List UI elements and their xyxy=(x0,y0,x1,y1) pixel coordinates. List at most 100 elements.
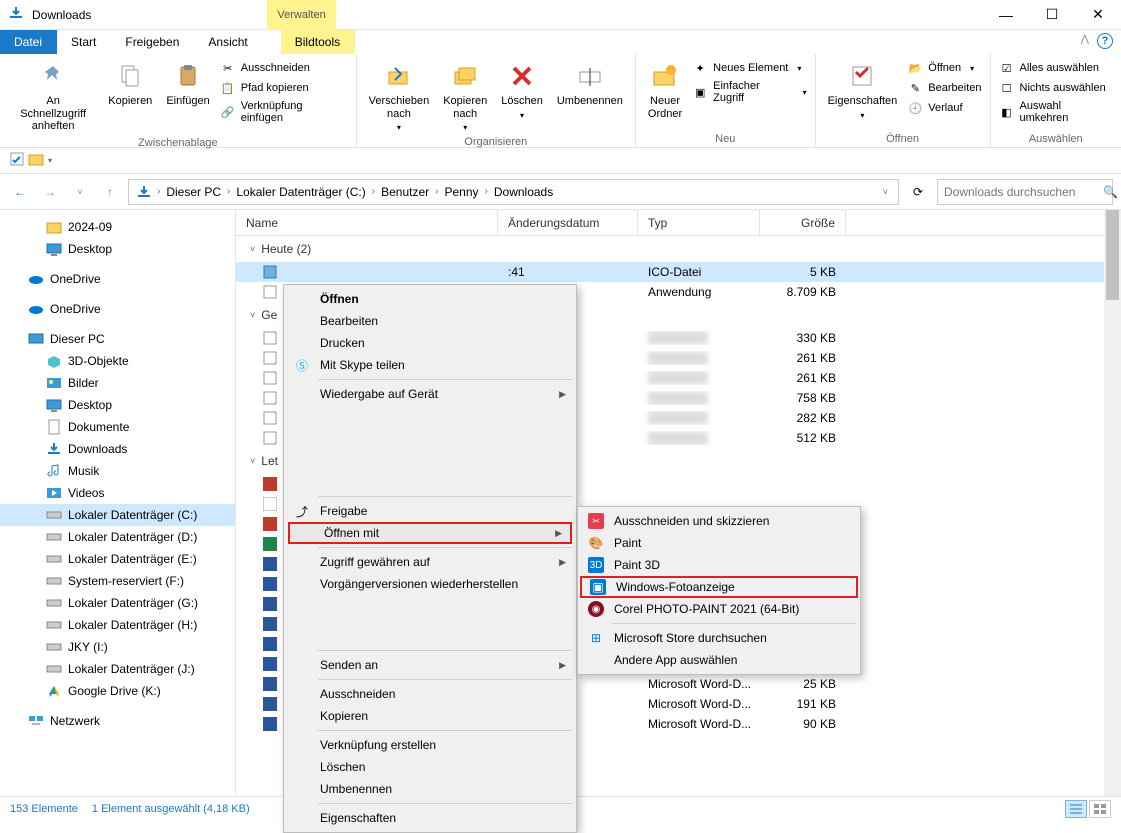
easy-access-button[interactable]: ▣Einfacher Zugriff ▾ xyxy=(692,80,806,104)
nav-item[interactable]: Lokaler Datenträger (D:) xyxy=(0,526,235,548)
recent-locations-button[interactable]: ˅ xyxy=(68,180,92,204)
breadcrumb-dropdown[interactable]: ˅ xyxy=(877,187,894,197)
nav-item[interactable]: OneDrive xyxy=(0,268,235,290)
nav-item[interactable]: Bilder xyxy=(0,372,235,394)
copy-button[interactable]: Kopieren xyxy=(104,58,156,110)
paste-button[interactable]: Einfügen xyxy=(162,58,213,110)
crumb-this-pc[interactable]: Dieser PC xyxy=(162,185,225,199)
tab-start[interactable]: Start xyxy=(57,30,111,54)
invert-selection-button[interactable]: ◧Auswahl umkehren xyxy=(999,100,1113,124)
cut-button[interactable]: ✂Ausschneiden xyxy=(220,60,348,76)
paste-shortcut-button[interactable]: 🔗Verknüpfung einfügen xyxy=(220,100,348,124)
tab-file[interactable]: Datei xyxy=(0,30,57,54)
close-button[interactable]: ✕ xyxy=(1075,0,1121,30)
nav-item[interactable]: Lokaler Datenträger (H:) xyxy=(0,614,235,636)
ctx-playback[interactable]: Wiedergabe auf Gerät▶ xyxy=(286,383,574,405)
nav-item[interactable]: Downloads xyxy=(0,438,235,460)
nav-item[interactable]: System-reserviert (F:) xyxy=(0,570,235,592)
ctx-copy[interactable]: Kopieren xyxy=(286,705,574,727)
scrollbar-thumb[interactable] xyxy=(1106,210,1119,300)
details-view-button[interactable] xyxy=(1065,800,1087,818)
tab-bildtools[interactable]: Bildtools xyxy=(281,30,355,54)
select-all-button[interactable]: ☑Alles auswählen xyxy=(999,60,1113,76)
nav-item[interactable]: Lokaler Datenträger (J:) xyxy=(0,658,235,680)
ctx-properties[interactable]: Eigenschaften xyxy=(286,807,574,829)
dropdown-icon[interactable]: ▾ xyxy=(48,156,52,165)
new-item-button[interactable]: ✦Neues Element ▾ xyxy=(692,60,806,76)
collapse-ribbon-icon[interactable]: ⋀ xyxy=(1081,34,1089,45)
crumb-c[interactable]: Lokaler Datenträger (C:) xyxy=(232,185,369,199)
history-button[interactable]: 🕘Verlauf xyxy=(907,100,981,116)
tab-view[interactable]: Ansicht xyxy=(194,30,262,54)
ctx-skype[interactable]: ⓈMit Skype teilen xyxy=(286,354,574,376)
nav-item[interactable]: Dieser PC xyxy=(0,328,235,350)
nav-item[interactable]: JKY (I:) xyxy=(0,636,235,658)
properties-button[interactable]: Eigenschaften▾ xyxy=(824,58,902,122)
edit-button[interactable]: ✎Bearbeiten xyxy=(907,80,981,96)
nav-item[interactable]: Dokumente xyxy=(0,416,235,438)
rename-button[interactable]: Umbenennen xyxy=(553,58,627,110)
nav-item[interactable]: Lokaler Datenträger (G:) xyxy=(0,592,235,614)
nav-item[interactable]: Musik xyxy=(0,460,235,482)
nav-item[interactable]: Google Drive (K:) xyxy=(0,680,235,702)
crumb-user[interactable]: Penny xyxy=(440,185,482,199)
nav-item[interactable]: Desktop xyxy=(0,394,235,416)
icons-view-button[interactable] xyxy=(1089,800,1111,818)
refresh-button[interactable]: ⟳ xyxy=(905,179,931,205)
ow-paint3d[interactable]: 3DPaint 3D xyxy=(580,554,858,576)
ctx-share[interactable]: ⤴Freigabe xyxy=(286,500,574,522)
maximize-button[interactable]: ☐ xyxy=(1029,0,1075,30)
group-header[interactable]: ˅Heute (2) xyxy=(236,236,1121,262)
scrollbar-vertical[interactable] xyxy=(1104,210,1121,796)
minimize-button[interactable]: — xyxy=(983,0,1029,30)
back-button[interactable]: ← xyxy=(8,180,32,204)
preview-pane-button[interactable] xyxy=(10,152,24,169)
col-name[interactable]: Name xyxy=(236,210,498,235)
ctx-create-shortcut[interactable]: Verknüpfung erstellen xyxy=(286,734,574,756)
ctx-open[interactable]: Öffnen xyxy=(286,288,574,310)
ctx-edit[interactable]: Bearbeiten xyxy=(286,310,574,332)
pin-to-quickaccess-button[interactable]: An Schnellzugriff anheften xyxy=(8,58,98,135)
ow-paint[interactable]: 🎨Paint xyxy=(580,532,858,554)
nav-item[interactable]: 3D-Objekte xyxy=(0,350,235,372)
file-row[interactable]: :41ICO-Datei5 KB xyxy=(236,262,1121,282)
col-date[interactable]: Änderungsdatum xyxy=(498,210,638,235)
delete-button[interactable]: Löschen▾ xyxy=(497,58,547,122)
column-headers[interactable]: Name Änderungsdatum Typ Größe xyxy=(236,210,1121,236)
col-size[interactable]: Größe xyxy=(760,210,846,235)
breadcrumb[interactable]: › Dieser PC› Lokaler Datenträger (C:)› B… xyxy=(128,179,899,205)
ctx-send-to[interactable]: Senden an▶ xyxy=(286,654,574,676)
ctx-delete[interactable]: Löschen xyxy=(286,756,574,778)
ctx-open-with[interactable]: Öffnen mit▶ xyxy=(288,522,572,544)
new-folder-button[interactable]: Neuer Ordner xyxy=(644,58,686,122)
open-with-submenu[interactable]: ✂Ausschneiden und skizzieren 🎨Paint 3DPa… xyxy=(577,506,861,675)
tab-share[interactable]: Freigeben xyxy=(111,30,194,54)
ctx-cut[interactable]: Ausschneiden xyxy=(286,683,574,705)
navigation-pane[interactable]: 2024-09DesktopOneDriveOneDriveDieser PC3… xyxy=(0,210,236,796)
crumb-downloads[interactable]: Downloads xyxy=(490,185,557,199)
select-none-button[interactable]: ☐Nichts auswählen xyxy=(999,80,1113,96)
ow-snip[interactable]: ✂Ausschneiden und skizzieren xyxy=(580,510,858,532)
search-input[interactable] xyxy=(944,185,1099,199)
forward-button[interactable]: → xyxy=(38,180,62,204)
ctx-print[interactable]: Drucken xyxy=(286,332,574,354)
crumb-users[interactable]: Benutzer xyxy=(377,185,433,199)
help-icon[interactable]: ? xyxy=(1097,33,1113,49)
copy-path-button[interactable]: 📋Pfad kopieren xyxy=(220,80,348,96)
ow-photoviewer[interactable]: ▣Windows-Fotoanzeige xyxy=(580,576,858,598)
ow-corel[interactable]: ◉Corel PHOTO-PAINT 2021 (64-Bit) xyxy=(580,598,858,620)
nav-item[interactable]: Lokaler Datenträger (C:) xyxy=(0,504,235,526)
nav-item[interactable]: Desktop xyxy=(0,238,235,260)
nav-item[interactable]: Videos xyxy=(0,482,235,504)
col-type[interactable]: Typ xyxy=(638,210,760,235)
copy-to-button[interactable]: Kopieren nach▾ xyxy=(439,58,491,134)
nav-item[interactable]: 2024-09 xyxy=(0,216,235,238)
nav-item[interactable]: Netzwerk xyxy=(0,710,235,732)
open-button[interactable]: 📂Öffnen ▾ xyxy=(907,60,981,76)
ow-store[interactable]: ⊞Microsoft Store durchsuchen xyxy=(580,627,858,649)
ow-other[interactable]: Andere App auswählen xyxy=(580,649,858,671)
nav-item[interactable]: OneDrive xyxy=(0,298,235,320)
up-button[interactable]: ↑ xyxy=(98,180,122,204)
nav-item[interactable]: Lokaler Datenträger (E:) xyxy=(0,548,235,570)
ctx-grant-access[interactable]: Zugriff gewähren auf▶ xyxy=(286,551,574,573)
